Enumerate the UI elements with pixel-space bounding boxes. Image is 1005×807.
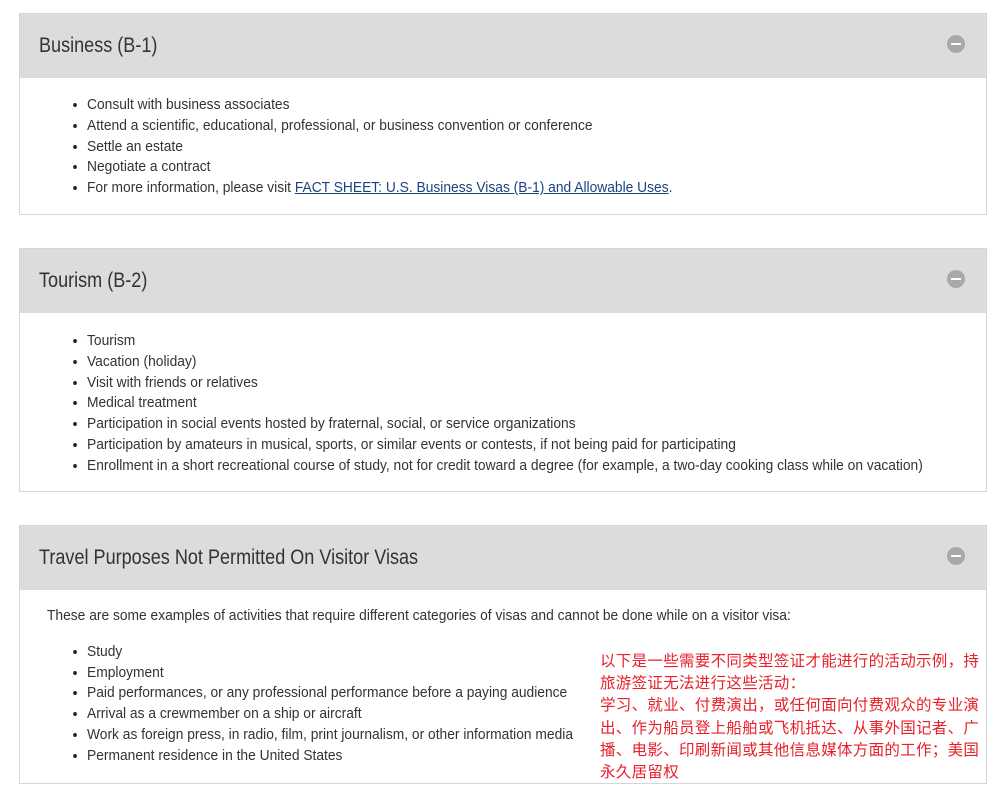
collapse-minus-icon[interactable] (947, 547, 965, 565)
annotation-line-1: 以下是一些需要不同类型签证才能进行的活动示例，持旅游签证无法进行这些活动： (600, 652, 980, 693)
list-item: Consult with business associates (87, 95, 914, 116)
accordion-header-business[interactable]: Business (B-1) (20, 14, 986, 78)
accordion-body-business: Consult with business associates Attend … (20, 78, 986, 199)
section-title: Business (B-1) (39, 34, 158, 57)
translation-annotation: 以下是一些需要不同类型签证才能进行的活动示例，持旅游签证无法进行这些活动： 学习… (600, 650, 988, 783)
section-title: Tourism (B-2) (39, 269, 148, 292)
more-info-suffix: . (668, 179, 673, 197)
tourism-list: Tourism Vacation (holiday) Visit with fr… (20, 331, 986, 477)
list-item: Medical treatment (87, 393, 914, 414)
list-item: Participation by amateurs in musical, sp… (87, 435, 914, 456)
accordion-header-tourism[interactable]: Tourism (B-2) (20, 249, 986, 313)
section-title: Travel Purposes Not Permitted On Visitor… (39, 546, 419, 569)
list-item: Vacation (holiday) (87, 352, 914, 373)
accordion-tourism: Tourism (B-2) Tourism Vacation (holiday)… (19, 248, 987, 492)
accordion-body-tourism: Tourism Vacation (holiday) Visit with fr… (20, 313, 986, 477)
intro-text: These are some examples of activities th… (47, 607, 791, 624)
collapse-minus-icon[interactable] (947, 35, 965, 53)
collapse-minus-icon[interactable] (947, 270, 965, 288)
accordion-business: Business (B-1) Consult with business ass… (19, 13, 987, 215)
list-item: Tourism (87, 331, 914, 352)
fact-sheet-link[interactable]: FACT SHEET: U.S. Business Visas (B-1) an… (295, 179, 669, 196)
list-item: Participation in social events hosted by… (87, 414, 914, 435)
annotation-line-2: 学习、就业、付费演出，或任何面向付费观众的专业演出、作为船员登上船舶或飞机抵达、… (600, 696, 980, 782)
business-list: Consult with business associates Attend … (20, 95, 986, 199)
more-info-text: For more information, please visit (87, 179, 295, 197)
list-item: Enrollment in a short recreational cours… (87, 456, 923, 477)
accordion-header-not-permitted[interactable]: Travel Purposes Not Permitted On Visitor… (20, 526, 986, 590)
list-item: Negotiate a contract (87, 157, 914, 178)
list-item: Visit with friends or relatives (87, 373, 914, 394)
list-item-more-info: For more information, please visit FACT … (87, 178, 914, 199)
list-item: Attend a scientific, educational, profes… (87, 116, 914, 137)
list-item: Settle an estate (87, 137, 914, 158)
